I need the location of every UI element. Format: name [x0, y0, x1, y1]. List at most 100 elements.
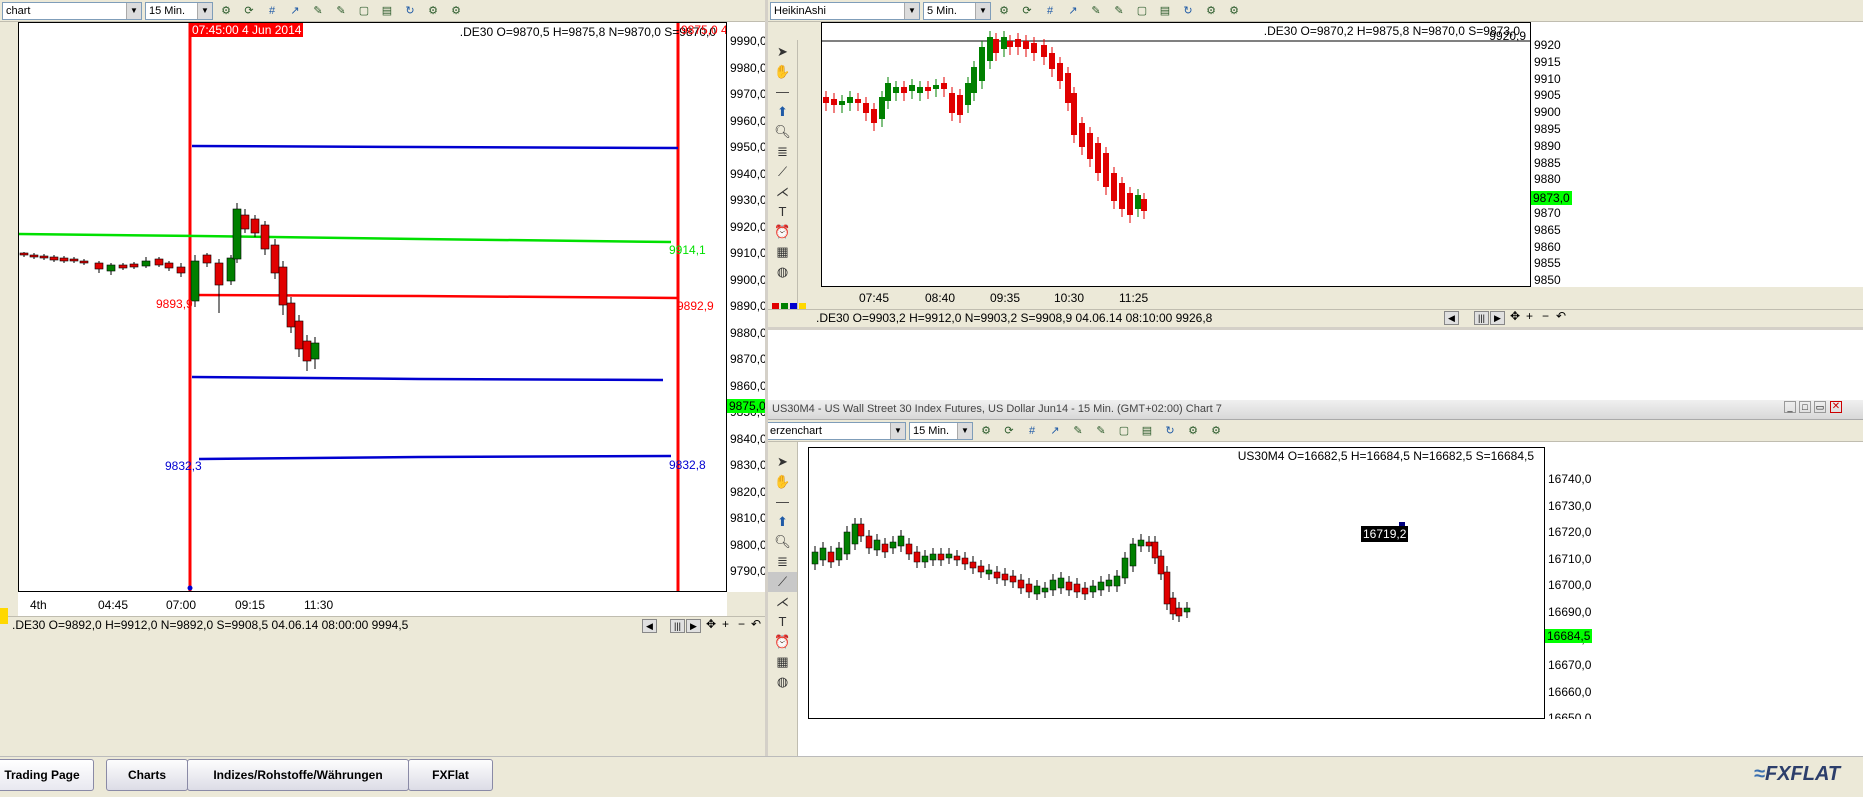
- zoom-out-icon[interactable]: −: [738, 617, 745, 631]
- alarm-icon[interactable]: ⏰: [768, 632, 797, 652]
- scroll-left-button[interactable]: ◀: [642, 619, 657, 633]
- document-icon[interactable]: ▢: [1132, 2, 1152, 20]
- refresh-indicator-icon[interactable]: ⟳: [239, 2, 259, 20]
- pitchfork-icon[interactable]: ⋌: [768, 182, 797, 202]
- calculator-icon[interactable]: ▦: [768, 652, 797, 672]
- interval-select[interactable]: 15 Min. ▼: [909, 421, 973, 440]
- arrow-up-icon[interactable]: ⬆: [768, 512, 797, 532]
- edit-icon[interactable]: ✎: [308, 2, 328, 20]
- grid-icon[interactable]: #: [262, 2, 282, 20]
- zoom-out-icon[interactable]: −: [1542, 309, 1549, 323]
- interval-select[interactable]: 5 Min. ▼: [923, 1, 991, 20]
- heikin-ashi-body: [1001, 37, 1007, 49]
- hand-icon[interactable]: ✋: [768, 62, 797, 82]
- line-icon[interactable]: —: [768, 492, 797, 512]
- print-icon[interactable]: ▤: [1155, 2, 1175, 20]
- scale-tick-label: 9910,0: [730, 246, 765, 260]
- heikin-ashi-body: [823, 97, 829, 103]
- maximize-window-icon[interactable]: □: [1799, 401, 1811, 413]
- arrow-up-icon[interactable]: ⬆: [768, 102, 797, 122]
- scroll-left-button[interactable]: ◀: [1444, 311, 1459, 325]
- reset-icon[interactable]: ↶: [751, 617, 761, 631]
- scale-tick-label: 9855: [1534, 256, 1561, 271]
- move-icon[interactable]: ✥: [706, 617, 716, 631]
- alarm-icon[interactable]: ⏰: [768, 222, 797, 242]
- close-window-icon[interactable]: ✕: [1830, 401, 1842, 413]
- restore-window-icon[interactable]: ▭: [1814, 401, 1826, 413]
- bottom-right-toolbar: erzenchart ▼ 15 Min. ▼ ⚙ ⟳ # ↗ ✎ ✎ ▢ ▤ ↻ ⚙…: [768, 420, 1863, 442]
- bottom-right-time-axis: [808, 719, 1545, 756]
- sync-icon[interactable]: ↻: [400, 2, 420, 20]
- print-icon[interactable]: ▤: [1137, 422, 1157, 440]
- chart-type-select[interactable]: erzenchart ▼: [768, 421, 906, 440]
- pitchfork-icon[interactable]: ⋌: [768, 592, 797, 612]
- edit2-icon[interactable]: ✎: [1091, 422, 1111, 440]
- tab-trading-page[interactable]: Trading Page: [0, 759, 94, 791]
- move-icon[interactable]: ✥: [1510, 309, 1520, 323]
- grid-icon[interactable]: #: [1022, 422, 1042, 440]
- scroll-right-button[interactable]: ▶: [686, 619, 701, 633]
- edit2-icon[interactable]: ✎: [1109, 2, 1129, 20]
- zoom-in-icon[interactable]: +: [1526, 309, 1533, 323]
- heikin-ashi-body: [1049, 53, 1055, 69]
- chart-type-select[interactable]: chart ▼: [2, 1, 142, 20]
- sync-icon[interactable]: ↻: [1160, 422, 1180, 440]
- scale-tick-label: 9790,0: [730, 564, 765, 578]
- fan-icon[interactable]: ⟋: [768, 572, 797, 592]
- globe-icon[interactable]: ◍: [768, 672, 797, 692]
- top-right-time-axis: 07:45 08:40 09:35 10:30 11:25: [821, 287, 1531, 309]
- pointer-icon[interactable]: ➤: [768, 42, 797, 62]
- refresh-indicator-icon[interactable]: ⟳: [999, 422, 1019, 440]
- settings2-icon[interactable]: ⚙: [1224, 2, 1244, 20]
- tab-indizes[interactable]: Indizes/Rohstoffe/Währungen: [187, 759, 409, 791]
- trend-icon[interactable]: ↗: [1063, 2, 1083, 20]
- indicator-icon[interactable]: ⚙: [994, 2, 1014, 20]
- hand-icon[interactable]: ✋: [768, 472, 797, 492]
- reset-icon[interactable]: ↶: [1556, 309, 1566, 323]
- scroll-thumb[interactable]: |||: [670, 619, 685, 633]
- left-chart-area[interactable]: .DE30 O=9870,5 H=9875,8 N=9870,0 S=9870,…: [18, 22, 727, 592]
- candle-body: [250, 218, 260, 234]
- edit-icon[interactable]: ✎: [1086, 2, 1106, 20]
- scroll-thumb[interactable]: |||: [1474, 311, 1489, 325]
- settings-icon[interactable]: ⚙: [423, 2, 443, 20]
- trend-icon[interactable]: ↗: [285, 2, 305, 20]
- edit2-icon[interactable]: ✎: [331, 2, 351, 20]
- pointer-icon[interactable]: ➤: [768, 452, 797, 472]
- indicator-icon[interactable]: ⚙: [216, 2, 236, 20]
- globe-icon[interactable]: ◍: [768, 262, 797, 282]
- chart-type-select[interactable]: HeikinAshi ▼: [770, 1, 920, 20]
- zoom-icon[interactable]: 🔍︎: [768, 122, 797, 142]
- zoom-in-icon[interactable]: +: [722, 617, 729, 631]
- document-icon[interactable]: ▢: [354, 2, 374, 20]
- sync-icon[interactable]: ↻: [1178, 2, 1198, 20]
- interval-select[interactable]: 15 Min. ▼: [145, 1, 213, 20]
- edit-icon[interactable]: ✎: [1068, 422, 1088, 440]
- minimize-window-icon[interactable]: _: [1784, 401, 1796, 413]
- scroll-right-button[interactable]: ▶: [1490, 311, 1505, 325]
- fan-icon[interactable]: ⟋: [768, 162, 797, 182]
- grid-icon[interactable]: #: [1040, 2, 1060, 20]
- print-icon[interactable]: ▤: [377, 2, 397, 20]
- settings2-icon[interactable]: ⚙: [446, 2, 466, 20]
- trend-icon[interactable]: ↗: [1045, 422, 1065, 440]
- calculator-icon[interactable]: ▦: [768, 242, 797, 262]
- fibonacci-icon[interactable]: ≣: [768, 552, 797, 572]
- settings-icon[interactable]: ⚙: [1183, 422, 1203, 440]
- bottom-right-chart-area[interactable]: US30M4 O=16682,5 H=16684,5 N=16682,5 S=1…: [808, 447, 1545, 719]
- refresh-indicator-icon[interactable]: ⟳: [1017, 2, 1037, 20]
- settings-icon[interactable]: ⚙: [1201, 2, 1221, 20]
- heikin-ashi-body: [941, 83, 947, 89]
- top-right-chart-area[interactable]: .DE30 O=9870,2 H=9875,8 N=9870,0 S=9873,…: [821, 22, 1531, 287]
- zoom-icon[interactable]: 🔍︎: [768, 532, 797, 552]
- tab-fxflat[interactable]: FXFlat: [408, 759, 493, 791]
- indicator-icon[interactable]: ⚙: [976, 422, 996, 440]
- fibonacci-icon[interactable]: ≣: [768, 142, 797, 162]
- line-icon[interactable]: —: [768, 82, 797, 102]
- settings2-icon[interactable]: ⚙: [1206, 422, 1226, 440]
- tab-charts[interactable]: Charts: [106, 759, 188, 791]
- document-icon[interactable]: ▢: [1114, 422, 1134, 440]
- text-icon[interactable]: T: [768, 612, 797, 632]
- candle-body: [1033, 585, 1041, 595]
- text-icon[interactable]: T: [768, 202, 797, 222]
